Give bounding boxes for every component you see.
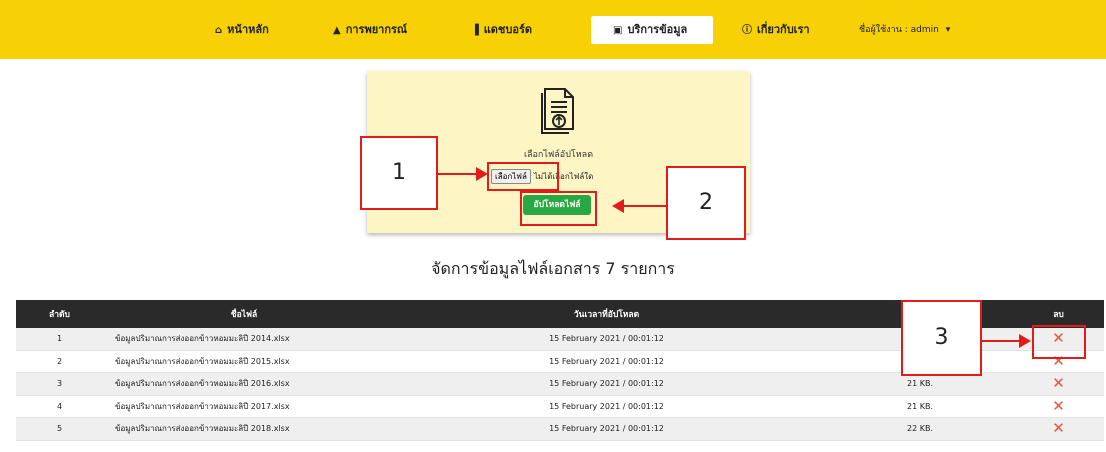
row-index: 1 — [16, 328, 103, 351]
nav-home[interactable]: ⌂ หน้าหลัก — [215, 20, 269, 40]
row-filename: ข้อมูลปริมาณการส่งออกข้าวหอมมะลิปี 2015.… — [103, 350, 386, 373]
annotation-callout-2: 2 — [666, 166, 746, 240]
upload-document-icon — [541, 88, 574, 134]
annotation-highlight-delete — [1032, 325, 1086, 359]
row-filename: ข้อมูลปริมาณการส่งออกข้าวหอมมะลิปี 2018.… — [103, 417, 386, 441]
col-index-header: ลำดับ — [16, 300, 103, 328]
row-size: 21 KB. — [827, 395, 1013, 418]
delete-icon[interactable]: ✕ — [1052, 419, 1065, 437]
home-icon: ⌂ — [215, 25, 223, 36]
row-upload-date: 15 February 2021 / 00:01:12 — [386, 395, 827, 418]
row-index: 4 — [16, 395, 103, 418]
col-filename-header: ชื่อไฟล์ — [103, 300, 386, 328]
row-upload-date: 15 February 2021 / 00:01:12 — [386, 328, 827, 351]
row-filename: ข้อมูลปริมาณการส่งออกข้าวหอมมะลิปี 2017.… — [103, 395, 386, 418]
row-index: 3 — [16, 372, 103, 396]
user-menu[interactable]: ชื่อผู้ใช้งาน : admin ▾ — [859, 20, 950, 40]
row-filename: ข้อมูลปริมาณการส่งออกข้าวหอมมะลิปี 2016.… — [103, 372, 386, 396]
nav-forecast[interactable]: ▲ การพยากรณ์ — [333, 20, 407, 40]
file-icon: ▣ — [613, 25, 623, 36]
user-label: ชื่อผู้ใช้งาน : admin — [859, 25, 939, 35]
annotation-arrowhead-2 — [612, 199, 624, 213]
row-upload-date: 15 February 2021 / 00:01:12 — [386, 417, 827, 441]
nav-about[interactable]: ⓘ เกี่ยวกับเรา — [742, 20, 810, 40]
delete-icon[interactable]: ✕ — [1052, 374, 1065, 392]
nav-forecast-label: การพยากรณ์ — [345, 23, 408, 36]
nav-about-label: เกี่ยวกับเรา — [757, 23, 810, 36]
annotation-highlight-choose-file — [487, 162, 559, 191]
row-size: 22 KB. — [827, 417, 1013, 441]
nav-data-service-label: บริการข้อมูล — [627, 23, 688, 36]
annotation-callout-3: 3 — [901, 300, 982, 376]
area-chart-icon: ▲ — [333, 25, 341, 36]
top-navbar: ⌂ หน้าหลัก ▲ การพยากรณ์ ▐ แดชบอร์ด ▣ บริการข… — [0, 0, 1106, 59]
row-filename: ข้อมูลปริมาณการส่งออกข้าวหอมมะลิปี 2014.… — [103, 328, 386, 351]
annotation-arrow-3 — [980, 340, 1020, 342]
col-uploaded-header: วันเวลาที่อัปโหลด — [386, 300, 827, 328]
nav-dashboard-label: แดชบอร์ด — [483, 23, 533, 36]
row-upload-date: 15 February 2021 / 00:01:12 — [386, 372, 827, 396]
annotation-arrowhead-3 — [1019, 334, 1031, 348]
info-icon: ⓘ — [742, 25, 752, 36]
row-index: 5 — [16, 417, 103, 441]
annotation-arrow-1 — [436, 173, 476, 175]
row-index: 2 — [16, 350, 103, 373]
bar-chart-icon: ▐ — [471, 25, 479, 36]
annotation-highlight-upload-button — [520, 191, 597, 226]
col-delete-header: ลบ — [1013, 300, 1104, 328]
section-title: จัดการข้อมูลไฟล์เอกสาร 7 รายการ — [431, 259, 675, 278]
annotation-arrowhead-1 — [476, 167, 488, 181]
nav-dashboard[interactable]: ▐ แดชบอร์ด — [471, 20, 532, 40]
nav-data-service[interactable]: ▣ บริการข้อมูล — [591, 16, 713, 44]
nav-home-label: หน้าหลัก — [227, 23, 269, 36]
annotation-arrow-2 — [624, 205, 666, 207]
delete-icon[interactable]: ✕ — [1052, 397, 1065, 415]
chevron-down-icon: ▾ — [945, 25, 951, 35]
table-row: 5 ข้อมูลปริมาณการส่งออกข้าวหอมมะลิปี 201… — [16, 417, 1104, 441]
row-upload-date: 15 February 2021 / 00:01:12 — [386, 350, 827, 373]
table-row: 4 ข้อมูลปริมาณการส่งออกข้าวหอมมะลิปี 201… — [16, 395, 1104, 418]
annotation-callout-1: 1 — [360, 136, 438, 210]
